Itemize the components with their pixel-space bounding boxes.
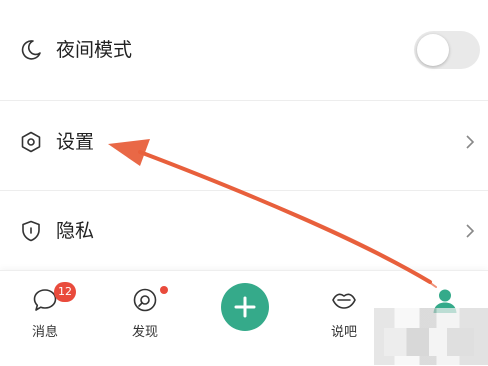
tab-messages[interactable]: 12 消息 <box>5 271 85 366</box>
compass-icon <box>133 288 157 312</box>
post-button[interactable] <box>221 283 269 331</box>
toggle-knob <box>417 34 449 66</box>
shield-icon <box>22 220 40 242</box>
night-mode-toggle[interactable] <box>414 31 480 69</box>
chevron-right-icon <box>466 135 475 149</box>
privacy-label: 隐私 <box>56 220 95 242</box>
night-mode-label: 夜间模式 <box>56 39 133 61</box>
tab-discover-label: 发现 <box>131 325 158 340</box>
settings-label: 设置 <box>56 131 95 153</box>
settings-list: 夜间模式 设置 隐私 <box>0 0 488 268</box>
chevron-right-icon <box>466 224 475 238</box>
row-privacy[interactable]: 隐私 <box>0 201 488 261</box>
row-settings[interactable]: 设置 <box>0 112 488 172</box>
lips-icon <box>332 293 356 309</box>
tab-discover[interactable]: 发现 <box>105 271 185 366</box>
pixelated-area <box>374 308 488 365</box>
hexagon-settings-icon <box>21 131 41 153</box>
tab-messages-label: 消息 <box>31 325 58 340</box>
discover-dot <box>160 286 168 294</box>
tab-shuoba-label: 说吧 <box>330 325 357 340</box>
messages-badge: 12 <box>54 282 76 302</box>
moon-icon <box>21 40 41 60</box>
divider <box>0 190 488 191</box>
divider <box>0 100 488 101</box>
plus-icon <box>234 296 256 318</box>
tab-shuoba[interactable]: 说吧 <box>304 271 384 366</box>
